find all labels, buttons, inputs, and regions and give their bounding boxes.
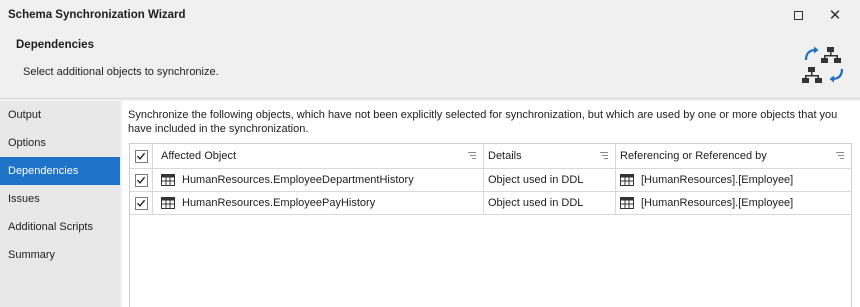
affected-object-cell: HumanResources.EmployeeDepartmentHistory: [153, 169, 484, 191]
table-row[interactable]: HumanResources.EmployeePayHistory Object…: [130, 192, 851, 215]
details-text: Object used in DDL: [488, 197, 584, 209]
maximize-icon: [793, 10, 803, 20]
wizard-sidebar: Output Options Dependencies Issues Addit…: [0, 101, 120, 307]
column-menu-icon[interactable]: [600, 152, 608, 160]
grid-header-row: Affected Object Details Referencing or R…: [130, 144, 851, 169]
checkmark-icon: [136, 199, 146, 207]
column-header-label: Referencing or Referenced by: [620, 150, 767, 162]
affected-object-name: HumanResources.EmployeeDepartmentHistory: [182, 174, 414, 186]
details-cell: Object used in DDL: [484, 192, 616, 214]
close-icon: ✕: [828, 7, 842, 24]
reference-name: [HumanResources].[Employee]: [641, 174, 794, 186]
table-icon: [620, 197, 634, 209]
row-checkbox[interactable]: [134, 173, 148, 187]
schema-sync-icon: [802, 46, 844, 83]
close-button[interactable]: ✕: [817, 0, 853, 30]
page-title: Dependencies: [16, 39, 94, 51]
dependencies-panel: Synchronize the following objects, which…: [122, 101, 860, 307]
reference-name: [HumanResources].[Employee]: [641, 197, 794, 209]
select-all-cell: [130, 144, 153, 168]
table-icon: [161, 174, 175, 186]
row-select-cell: [130, 169, 153, 191]
column-menu-icon[interactable]: [836, 152, 844, 160]
details-cell: Object used in DDL: [484, 169, 616, 191]
table-icon: [161, 197, 175, 209]
reference-cell: [HumanResources].[Employee]: [616, 192, 851, 214]
sidebar-item-options[interactable]: Options: [0, 129, 120, 157]
checkmark-icon: [136, 152, 146, 160]
row-select-cell: [130, 192, 153, 214]
header-divider: [0, 98, 860, 99]
title-bar: Schema Synchronization Wizard ✕: [0, 0, 860, 30]
table-icon: [620, 174, 634, 186]
page-subtitle: Select additional objects to synchronize…: [23, 66, 219, 78]
column-header-reference[interactable]: Referencing or Referenced by: [616, 144, 851, 168]
dependencies-description: Synchronize the following objects, which…: [128, 109, 838, 135]
affected-object-name: HumanResources.EmployeePayHistory: [182, 197, 376, 209]
dependencies-grid: Affected Object Details Referencing or R…: [129, 143, 852, 307]
details-text: Object used in DDL: [488, 174, 584, 186]
sidebar-item-output[interactable]: Output: [0, 101, 120, 129]
column-header-affected-object[interactable]: Affected Object: [153, 144, 484, 168]
column-header-label: Affected Object: [161, 150, 237, 162]
sidebar-item-additional-scripts[interactable]: Additional Scripts: [0, 213, 120, 241]
window-title: Schema Synchronization Wizard: [8, 9, 186, 21]
column-menu-icon[interactable]: [468, 152, 476, 160]
maximize-button[interactable]: [780, 0, 816, 30]
sidebar-item-issues[interactable]: Issues: [0, 185, 120, 213]
affected-object-cell: HumanResources.EmployeePayHistory: [153, 192, 484, 214]
reference-cell: [HumanResources].[Employee]: [616, 169, 851, 191]
column-header-label: Details: [488, 150, 522, 162]
table-row[interactable]: HumanResources.EmployeeDepartmentHistory…: [130, 169, 851, 192]
wizard-header: Dependencies Select additional objects t…: [0, 30, 860, 98]
sidebar-item-summary[interactable]: Summary: [0, 241, 120, 269]
row-checkbox[interactable]: [134, 196, 148, 210]
checkmark-icon: [136, 176, 146, 184]
sidebar-item-dependencies[interactable]: Dependencies: [0, 157, 120, 185]
column-header-details[interactable]: Details: [484, 144, 616, 168]
select-all-checkbox[interactable]: [134, 149, 148, 163]
